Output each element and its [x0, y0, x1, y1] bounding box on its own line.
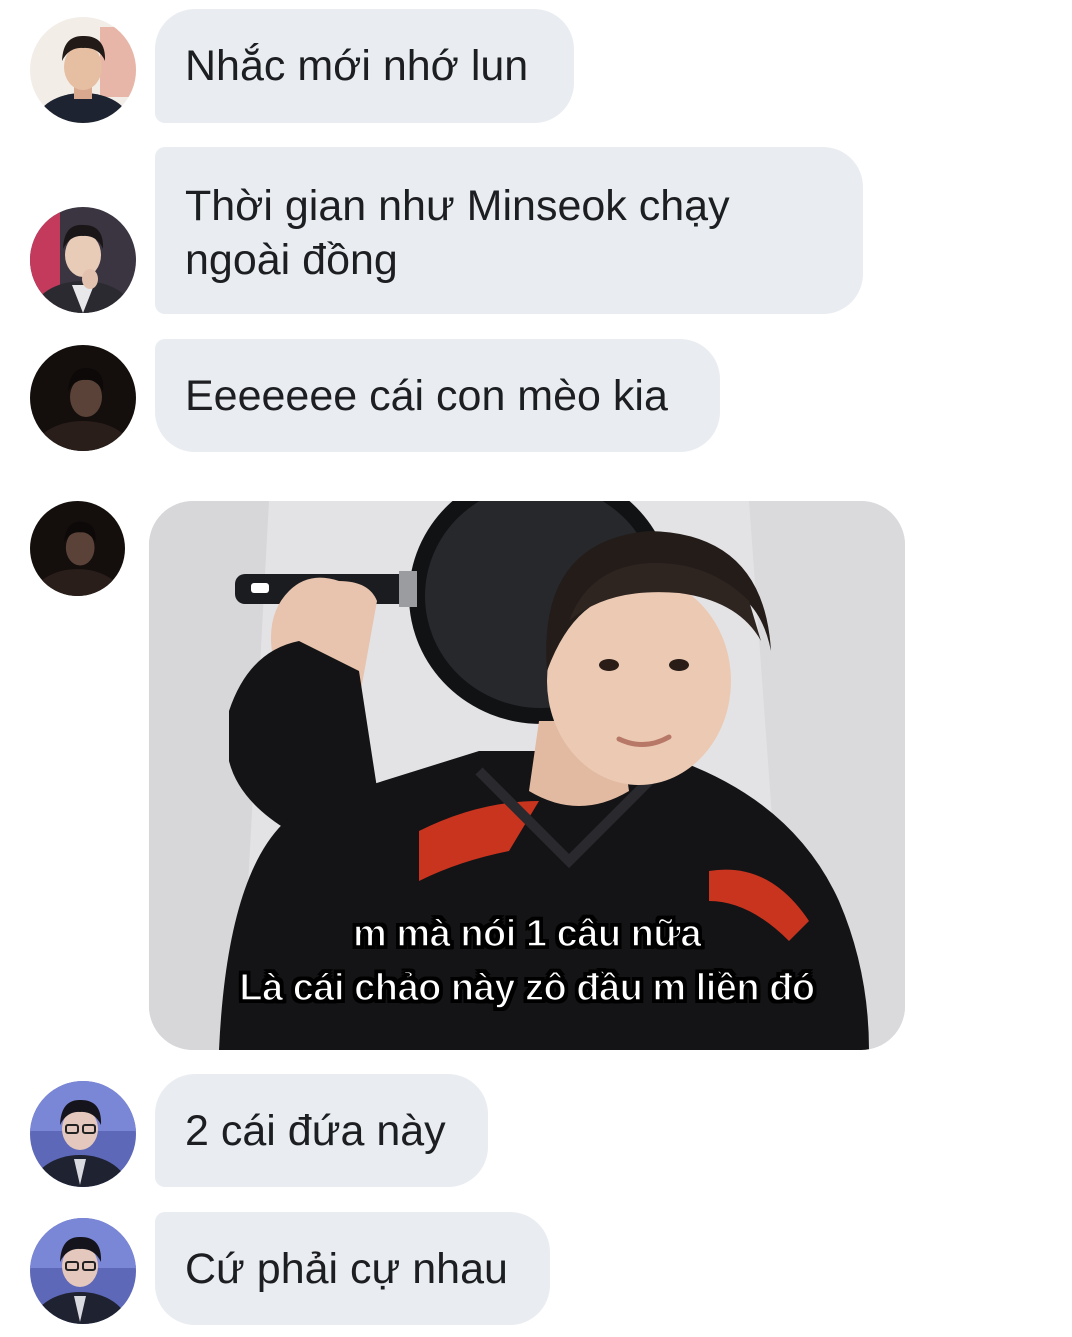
message-bubble[interactable]: Nhắc mới nhớ lun	[155, 9, 574, 123]
meme-caption-line1: m mà nói 1 câu nữa	[352, 912, 702, 956]
sender-avatar[interactable]	[30, 207, 136, 313]
sender-avatar[interactable]	[30, 1081, 136, 1187]
message-text: Cứ phải cự nhau	[185, 1244, 508, 1293]
message-text: Nhắc mới nhớ lun	[185, 42, 529, 90]
sender-avatar[interactable]	[30, 345, 136, 451]
avatar-image	[30, 1081, 136, 1187]
message-bubble[interactable]: Thời gian như Minseok chạy ngoài đồng	[155, 147, 863, 314]
sender-avatar[interactable]	[30, 501, 125, 596]
message-text: Eeeeeee cái con mèo kia	[185, 371, 668, 420]
avatar-image	[30, 17, 136, 123]
avatar-image	[30, 501, 125, 596]
sender-avatar[interactable]	[30, 17, 136, 123]
sender-avatar[interactable]	[30, 1218, 136, 1324]
message-text: Thời gian như Minseok chạy ngoài đồng	[185, 181, 730, 284]
meme-caption-line2: Là cái chảo này zô đầu m liền đó	[239, 966, 816, 1010]
image-message[interactable]: m mà nói 1 câu nữa Là cái chảo này zô đầ…	[149, 501, 905, 1050]
avatar-image	[30, 207, 136, 313]
message-bubble[interactable]: Eeeeeee cái con mèo kia	[155, 339, 720, 452]
message-bubble[interactable]: Cứ phải cự nhau	[155, 1212, 550, 1325]
avatar-image	[30, 345, 136, 451]
message-text: 2 cái đứa này	[185, 1106, 446, 1155]
avatar-image	[30, 1218, 136, 1324]
message-bubble[interactable]: 2 cái đứa này	[155, 1074, 488, 1187]
